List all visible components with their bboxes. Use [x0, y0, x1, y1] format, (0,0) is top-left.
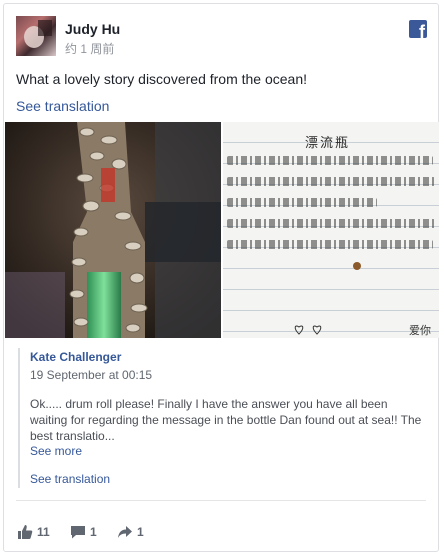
post-timestamp[interactable]: 约 1 周前 [65, 40, 114, 57]
bottle-photo-drawing [5, 122, 221, 338]
letter-line-2 [227, 177, 435, 186]
share-icon [118, 526, 132, 538]
facebook-post-card: Judy Hu 约 1 周前 f What a lovely story dis… [3, 3, 439, 552]
share-count: 1 [137, 525, 144, 539]
see-more-link[interactable]: See more [30, 444, 82, 458]
facebook-logo-icon[interactable]: f [409, 20, 427, 38]
comment-count: 1 [90, 525, 97, 539]
shared-post: Kate Challenger 19 September at 00:15 Ok… [18, 348, 422, 488]
post-text: What a lovely story discovered from the … [16, 71, 308, 87]
photo-bottle[interactable] [5, 122, 221, 338]
author-name[interactable]: Judy Hu [65, 21, 120, 37]
letter-line-4 [227, 219, 435, 228]
avatar-hair [38, 20, 52, 36]
letter-signoff: 爱你 [409, 324, 431, 337]
letter-line-3 [227, 198, 377, 207]
comment-icon [71, 526, 85, 539]
ruled-paper [223, 122, 439, 338]
shared-post-date[interactable]: 19 September at 00:15 [30, 368, 152, 382]
letter-line-5 [227, 240, 433, 249]
photo-letter[interactable]: 漂流瓶 爱你 [223, 122, 439, 338]
shared-see-translation-link[interactable]: See translation [30, 472, 110, 486]
see-translation-link[interactable]: See translation [16, 98, 109, 114]
shared-author-name[interactable]: Kate Challenger [30, 350, 121, 364]
avatar[interactable] [16, 16, 56, 56]
divider [16, 500, 426, 501]
letter-line-1 [227, 156, 433, 165]
like-count: 11 [37, 525, 50, 539]
heart-doodles [294, 325, 322, 335]
shared-post-text: Ok..... drum roll please! Finally I have… [30, 397, 422, 443]
stain-mark [353, 262, 361, 270]
letter-title: 漂流瓶 [305, 136, 351, 151]
like-icon [18, 525, 33, 539]
